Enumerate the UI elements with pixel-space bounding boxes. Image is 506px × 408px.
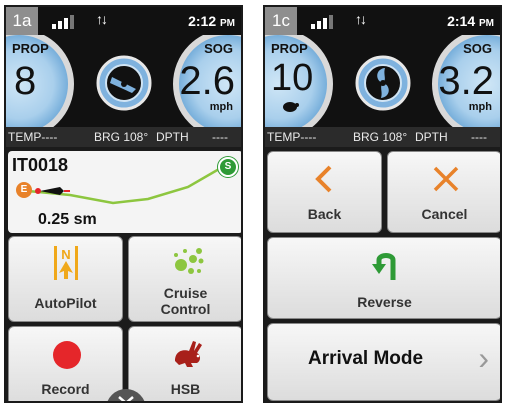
status-bar: 1c ↑↓ 2:14 PM — [265, 7, 500, 35]
autopilot-label: AutoPilot — [34, 295, 97, 311]
arrival-mode-button[interactable]: Arrival Mode › — [267, 323, 500, 401]
depth-value: ---- — [212, 130, 228, 144]
back-label: Back — [307, 206, 342, 222]
cruise-control-label-line2: Control — [160, 301, 211, 317]
temp-readout: TEMP---- — [267, 130, 317, 144]
chevron-right-icon: › — [478, 340, 489, 376]
sog-unit: mph — [209, 101, 233, 113]
route-card[interactable]: IT0018 S E 0.25 sm — [8, 151, 241, 233]
sog-value: 3.2 — [438, 59, 494, 103]
bearing-readout: BRG 108° — [94, 130, 149, 144]
autopilot-button[interactable]: N AutoPilot — [8, 236, 123, 322]
back-button[interactable]: Back — [267, 151, 382, 233]
sog-unit: mph — [468, 101, 492, 113]
screen-1c: 1c ↑↓ 2:14 PM PROP 10 SOG 3.2 mph TEMP--… — [263, 5, 502, 403]
signal-icon — [52, 15, 78, 29]
rabbit-icon — [175, 341, 202, 367]
cruise-control-icon — [174, 248, 204, 274]
cruise-control-label-line1: Cruise — [163, 285, 208, 301]
transfer-arrows-icon: ↑↓ — [355, 11, 367, 27]
record-icon — [53, 341, 81, 369]
depth-value: ---- — [471, 130, 487, 144]
prop-value: 8 — [14, 59, 37, 103]
route-start-marker: S — [218, 157, 238, 177]
sog-value: 2.6 — [179, 59, 235, 103]
motor-steering-icon — [86, 53, 162, 113]
status-bar: 1a ↑↓ 2:12 PM — [6, 7, 241, 35]
signal-icon — [311, 15, 337, 29]
screen-tag: 1a — [6, 7, 38, 35]
sog-label: SOG — [463, 41, 492, 56]
gauge-panel: PROP 10 SOG 3.2 mph — [265, 35, 500, 127]
reverse-label: Reverse — [357, 294, 412, 310]
chevron-down-icon — [118, 396, 134, 401]
drawer-handle[interactable] — [106, 389, 146, 401]
cruise-control-label: Cruise Control — [129, 285, 241, 317]
chevron-left-icon — [315, 165, 332, 193]
info-bar: TEMP---- BRG 108° DPTH ---- — [265, 127, 500, 147]
cancel-label: Cancel — [421, 206, 468, 222]
depth-label: DPTH — [156, 130, 189, 144]
turtle-icon — [283, 102, 299, 112]
temp-readout: TEMP---- — [8, 130, 58, 144]
route-distance: 0.25 sm — [38, 211, 97, 228]
autopilot-icon: N — [54, 246, 78, 280]
info-bar: TEMP---- BRG 108° DPTH ---- — [6, 127, 241, 147]
prop-label: PROP — [271, 41, 308, 56]
x-icon — [433, 166, 459, 192]
reverse-button[interactable]: Reverse — [267, 237, 500, 319]
clock: 2:14 PM — [447, 13, 494, 29]
depth-label: DPTH — [415, 130, 448, 144]
screen-1a: 1a ↑↓ 2:12 PM PROP 8 SOG 2.6 mph TEMP---… — [4, 5, 243, 403]
clock: 2:12 PM — [188, 13, 235, 29]
u-turn-icon — [372, 253, 396, 280]
gauge-panel: PROP 8 SOG 2.6 mph — [6, 35, 241, 127]
cancel-button[interactable]: Cancel — [387, 151, 500, 233]
prop-value: 10 — [271, 57, 314, 99]
screen-tag: 1c — [265, 7, 297, 35]
cruise-control-button[interactable]: Cruise Control — [128, 236, 241, 322]
bearing-readout: BRG 108° — [353, 130, 408, 144]
svg-text:N: N — [61, 247, 70, 262]
propeller-icon — [345, 53, 421, 113]
prop-label: PROP — [12, 41, 49, 56]
sog-label: SOG — [204, 41, 233, 56]
transfer-arrows-icon: ↑↓ — [96, 11, 108, 27]
route-end-marker: E — [16, 182, 32, 198]
arrival-mode-label: Arrival Mode — [308, 348, 424, 369]
